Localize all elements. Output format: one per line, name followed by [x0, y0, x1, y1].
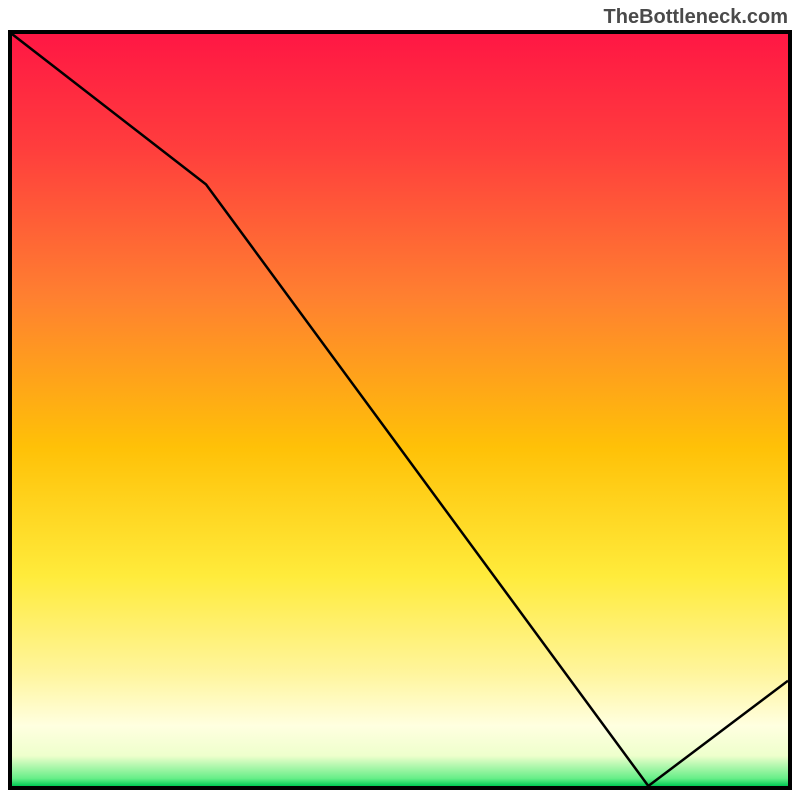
gradient-background [12, 34, 788, 786]
plot-frame [8, 30, 792, 790]
attribution-text: TheBottleneck.com [604, 6, 788, 29]
chart-container: TheBottleneck.com [0, 0, 800, 800]
